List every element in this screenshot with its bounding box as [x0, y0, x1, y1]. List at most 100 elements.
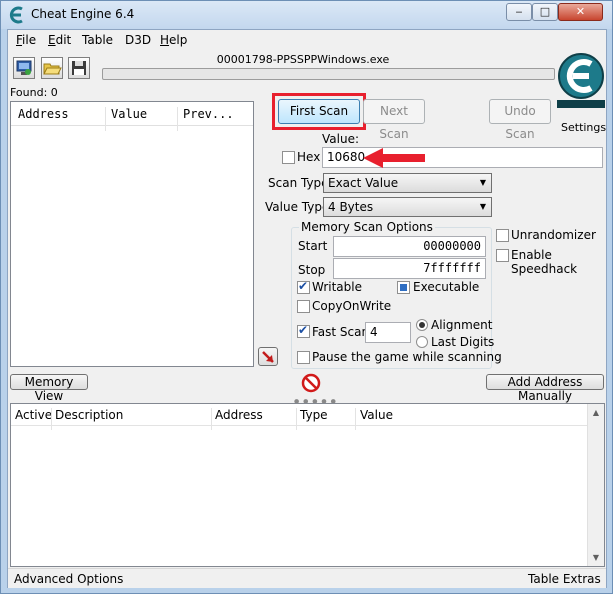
- menu-bar: File Edit Table D3D Help: [8, 30, 606, 50]
- address-list-table[interactable]: Active Description Address Type Value ▲ …: [10, 403, 605, 567]
- address-col-address[interactable]: Address: [215, 408, 263, 422]
- minimize-button[interactable]: ‒: [506, 3, 532, 21]
- address-col-value[interactable]: Value: [360, 408, 393, 422]
- fast-scan-label: Fast Scan: [312, 325, 370, 339]
- stop-address-input[interactable]: 7fffffff: [333, 258, 486, 279]
- menu-file-label: ile: [22, 33, 37, 47]
- address-col-separator: [355, 408, 356, 430]
- scroll-down-icon[interactable]: ▼: [588, 549, 604, 566]
- value-type-label: Value Type: [265, 200, 330, 214]
- fast-scan-input[interactable]: 4: [365, 322, 411, 343]
- writable-label: Writable: [312, 280, 362, 294]
- address-col-description[interactable]: Description: [55, 408, 123, 422]
- pause-game-checkbox[interactable]: [297, 351, 310, 364]
- scan-type-select[interactable]: Exact Value ▼: [323, 173, 492, 193]
- writable-checkbox[interactable]: [297, 279, 310, 294]
- chevron-down-icon: ▼: [479, 202, 486, 211]
- stop-scan-button[interactable]: [301, 373, 321, 393]
- red-arrow-pointer-icon: [262, 351, 274, 363]
- hex-label: Hex: [297, 150, 321, 164]
- menu-edit[interactable]: Edit: [48, 33, 71, 47]
- scan-results-list[interactable]: Address Value Prev...: [10, 101, 254, 367]
- table-extras-link[interactable]: Table Extras: [528, 572, 601, 586]
- menu-file[interactable]: File: [16, 33, 36, 47]
- menu-d3d-mnemonic: D: [125, 33, 135, 47]
- scan-type-value: Exact Value: [328, 176, 399, 190]
- alignment-radio[interactable]: [416, 319, 428, 331]
- status-bar: Advanced Options Table Extras: [8, 568, 606, 588]
- close-icon: ✕: [575, 5, 586, 18]
- menu-help-label: elp: [169, 33, 188, 47]
- red-arrow-annotation-icon: [363, 148, 425, 168]
- results-col-value[interactable]: Value: [111, 107, 147, 121]
- maximize-icon: □: [539, 5, 551, 18]
- close-button[interactable]: ✕: [558, 3, 603, 21]
- speedhack-checkbox[interactable]: [496, 249, 509, 262]
- cheat-engine-app-icon: [9, 6, 23, 24]
- menu-table[interactable]: Table: [82, 33, 113, 47]
- cheat-engine-logo-icon[interactable]: [555, 50, 605, 122]
- chevron-down-icon: ▼: [479, 178, 486, 187]
- fast-scan-checkbox[interactable]: [297, 323, 310, 338]
- pause-game-label: Pause the game while scanning: [312, 350, 502, 364]
- scroll-up-icon[interactable]: ▲: [588, 404, 604, 421]
- address-list-scrollbar[interactable]: ▲ ▼: [587, 404, 604, 566]
- address-col-type[interactable]: Type: [300, 408, 328, 422]
- main-window: Cheat Engine 6.4 ‒ □ ✕ File Edit Table D…: [0, 0, 613, 594]
- menu-d3d-label: 3D: [134, 33, 152, 47]
- speedhack-label: Enable Speedhack: [511, 248, 578, 276]
- address-col-active[interactable]: Active: [15, 408, 52, 422]
- indeterminate-icon: [400, 284, 407, 291]
- unrandomizer-label: Unrandomizer: [511, 228, 596, 242]
- copyonwrite-checkbox[interactable]: [297, 300, 310, 313]
- client-area: File Edit Table D3D Help 00001798-PPSSPP…: [7, 29, 607, 588]
- add-address-manually-button[interactable]: Add Address Manually: [486, 374, 604, 403]
- address-list-header: Active Description Address Type Value: [11, 404, 587, 430]
- window-title: Cheat Engine 6.4: [31, 7, 135, 21]
- scan-progress-bar: [102, 68, 555, 80]
- copyonwrite-label: CopyOnWrite: [312, 299, 392, 313]
- last-digits-label: Last Digits: [431, 335, 495, 349]
- title-bar[interactable]: Cheat Engine 6.4 ‒ □ ✕: [1, 1, 612, 29]
- results-col-separator: [105, 107, 106, 131]
- results-col-previous[interactable]: Prev...: [183, 107, 234, 121]
- value-type-select[interactable]: 4 Bytes ▼: [323, 197, 492, 217]
- no-entry-icon: [301, 373, 321, 393]
- hex-checkbox[interactable]: [282, 151, 295, 164]
- menu-d3d[interactable]: D3D: [125, 33, 151, 47]
- alignment-label: Alignment: [431, 318, 493, 332]
- menu-edit-mnemonic: E: [48, 33, 56, 47]
- found-count: Found: 0: [10, 86, 58, 99]
- undo-scan-button[interactable]: Undo Scan: [489, 99, 551, 141]
- first-scan-button[interactable]: First Scan: [278, 99, 360, 124]
- maximize-button[interactable]: □: [532, 3, 558, 21]
- address-col-separator: [296, 408, 297, 430]
- next-scan-button[interactable]: Next Scan: [363, 99, 425, 141]
- results-col-address[interactable]: Address: [18, 107, 69, 121]
- start-label: Start: [298, 239, 328, 253]
- scan-type-label: Scan Type: [268, 176, 329, 190]
- results-header: Address Value Prev...: [11, 102, 253, 131]
- executable-checkbox[interactable]: [397, 281, 410, 294]
- unrandomizer-checkbox[interactable]: [496, 229, 509, 242]
- settings-label[interactable]: Settings: [561, 121, 606, 134]
- memory-scan-options-title: Memory Scan Options: [299, 220, 435, 234]
- minimize-icon: ‒: [515, 5, 523, 18]
- menu-help-mnemonic: H: [160, 33, 170, 47]
- last-digits-radio[interactable]: [416, 336, 428, 348]
- process-name: 00001798-PPSSPPWindows.exe: [216, 53, 390, 66]
- value-label: Value:: [322, 132, 359, 146]
- address-col-separator: [211, 408, 212, 430]
- stop-label: Stop: [298, 263, 326, 277]
- address-col-separator: [51, 408, 52, 430]
- advanced-options-link[interactable]: Advanced Options: [14, 572, 123, 586]
- results-col-separator: [177, 107, 178, 131]
- menu-help[interactable]: Help: [160, 33, 187, 47]
- copy-to-addresslist-button[interactable]: [258, 347, 278, 366]
- executable-label: Executable: [413, 280, 480, 294]
- value-type-value: 4 Bytes: [328, 200, 374, 214]
- menu-edit-label: dit: [55, 33, 72, 47]
- memory-view-button[interactable]: Memory View: [10, 374, 88, 403]
- menu-table-label: able: [87, 33, 114, 47]
- start-address-input[interactable]: 00000000: [333, 236, 486, 257]
